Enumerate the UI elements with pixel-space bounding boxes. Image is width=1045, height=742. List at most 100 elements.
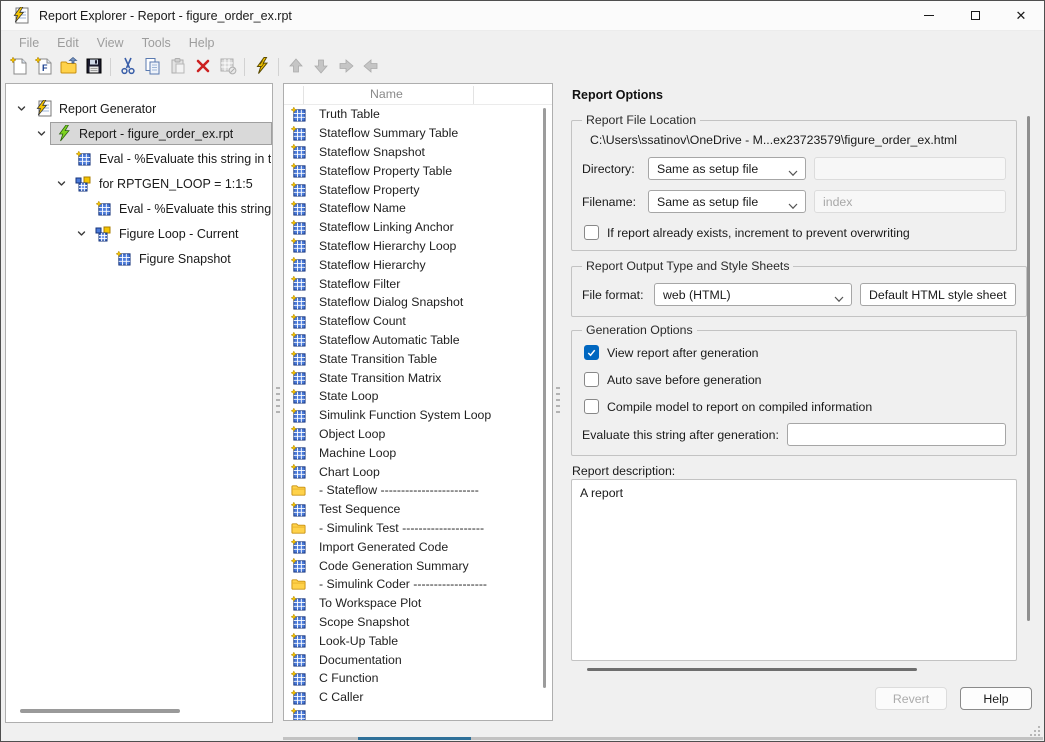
file-format-dropdown[interactable]: web (HTML) xyxy=(654,283,852,306)
list-item[interactable]: Scope Snapshot xyxy=(284,613,552,632)
tree-item-4[interactable]: Eval - %Evaluate this string in the xyxy=(6,196,272,221)
list-item[interactable]: Chart Loop xyxy=(284,462,552,481)
options-vertical-scrollbar[interactable] xyxy=(1027,116,1030,621)
list-item[interactable]: To Workspace Plot xyxy=(284,594,552,613)
copy-button[interactable] xyxy=(140,55,165,79)
list-item[interactable]: Truth Table xyxy=(284,105,552,124)
list-item-label: Stateflow Snapshot xyxy=(319,145,425,159)
save-icon xyxy=(84,56,104,79)
list-item[interactable] xyxy=(284,707,552,722)
bottom-scrollbar-thumb[interactable] xyxy=(358,737,471,740)
tree-item-5[interactable]: Figure Loop - Current xyxy=(6,221,272,246)
filename-dropdown[interactable]: Same as setup file xyxy=(648,190,806,213)
menu-help[interactable]: Help xyxy=(180,34,224,52)
list-item[interactable]: - Stateflow ------------------------ xyxy=(284,481,552,500)
component-icon xyxy=(291,276,306,291)
auto-save-checkbox[interactable] xyxy=(584,372,599,387)
new-report-button[interactable] xyxy=(6,55,31,79)
component-icon xyxy=(291,201,306,216)
description-horizontal-scrollbar[interactable] xyxy=(587,668,917,671)
list-item[interactable]: Stateflow Hierarchy Loop xyxy=(284,237,552,256)
list-item[interactable]: Stateflow Snapshot xyxy=(284,143,552,162)
open-button[interactable] xyxy=(56,55,81,79)
component-icon xyxy=(291,182,306,197)
list-item[interactable]: Stateflow Name xyxy=(284,199,552,218)
generate-report-button[interactable] xyxy=(249,55,274,79)
chevron-down-icon[interactable] xyxy=(32,128,50,139)
generate-report-icon xyxy=(252,56,272,79)
new-form-report-button[interactable]: F xyxy=(31,55,56,79)
list-item[interactable]: State Loop xyxy=(284,387,552,406)
list-item[interactable]: Stateflow Property xyxy=(284,180,552,199)
list-item[interactable]: Stateflow Property Table xyxy=(284,161,552,180)
list-item[interactable]: Machine Loop xyxy=(284,443,552,462)
tree-item-6[interactable]: Figure Snapshot xyxy=(6,246,272,271)
list-item[interactable]: Code Generation Summary xyxy=(284,556,552,575)
close-button[interactable]: ✕ xyxy=(998,1,1044,31)
list-item[interactable]: Stateflow Automatic Table xyxy=(284,331,552,350)
toolbar-separator xyxy=(278,58,279,76)
name-column-header[interactable]: Name xyxy=(370,87,403,101)
delete-button[interactable] xyxy=(190,55,215,79)
tree-item-0[interactable]: Report Generator xyxy=(6,96,272,121)
minimize-button[interactable] xyxy=(906,1,952,31)
chevron-down-icon[interactable] xyxy=(12,103,30,114)
chevron-down-icon[interactable] xyxy=(52,178,70,189)
maximize-button[interactable] xyxy=(952,1,998,31)
splitter-left-grip[interactable] xyxy=(276,387,280,413)
menu-tools[interactable]: Tools xyxy=(133,34,180,52)
list-item[interactable]: C Caller xyxy=(284,688,552,707)
auto-save-label: Auto save before generation xyxy=(607,373,762,387)
list-item[interactable]: Import Generated Code xyxy=(284,537,552,556)
menu-edit[interactable]: Edit xyxy=(48,34,88,52)
list-item[interactable]: Simulink Function System Loop xyxy=(284,406,552,425)
tree-item-1[interactable]: Report - figure_order_ex.rpt xyxy=(6,121,272,146)
splitter-right-grip[interactable] xyxy=(556,387,560,413)
save-button[interactable] xyxy=(81,55,106,79)
report-options-panel: Report Options Report File Location C:\U… xyxy=(561,83,1045,742)
component-icon xyxy=(73,151,93,166)
list-item-label: Object Loop xyxy=(319,427,385,441)
list-item[interactable]: Stateflow Dialog Snapshot xyxy=(284,293,552,312)
resize-grip[interactable] xyxy=(1030,726,1040,736)
increment-checkbox[interactable] xyxy=(584,225,599,240)
list-item[interactable]: Stateflow Filter xyxy=(284,274,552,293)
list-item[interactable]: Look-Up Table xyxy=(284,631,552,650)
menu-file[interactable]: File xyxy=(10,34,48,52)
evaluate-string-input[interactable] xyxy=(787,423,1006,446)
report-description-textarea[interactable]: A report xyxy=(571,479,1017,661)
list-item[interactable]: Stateflow Summary Table xyxy=(284,124,552,143)
arrow-down-icon xyxy=(312,57,330,78)
chevron-down-icon[interactable] xyxy=(72,228,90,239)
tree-item-label: Figure Loop - Current xyxy=(115,227,239,241)
outline-tree-panel: Report GeneratorReport - figure_order_ex… xyxy=(5,83,273,723)
list-item[interactable]: Stateflow Count xyxy=(284,312,552,331)
tree-horizontal-scrollbar[interactable] xyxy=(20,709,180,713)
tree-item-2[interactable]: Eval - %Evaluate this string in the bas xyxy=(6,146,272,171)
cut-button[interactable] xyxy=(115,55,140,79)
list-vertical-scrollbar[interactable] xyxy=(543,108,546,688)
view-report-checkbox[interactable] xyxy=(584,345,599,360)
help-button[interactable]: Help xyxy=(960,687,1032,710)
bottom-scrollbar[interactable] xyxy=(283,737,1043,740)
list-item[interactable]: - Simulink Test -------------------- xyxy=(284,519,552,538)
toolbar-separator xyxy=(110,58,111,76)
menu-view[interactable]: View xyxy=(88,34,133,52)
tree-item-3[interactable]: for RPTGEN_LOOP = 1:1:5 xyxy=(6,171,272,196)
compile-model-checkbox[interactable] xyxy=(584,399,599,414)
list-item[interactable]: Stateflow Linking Anchor xyxy=(284,218,552,237)
directory-dropdown[interactable]: Same as setup file xyxy=(648,157,806,180)
list-item[interactable]: Documentation xyxy=(284,650,552,669)
stylesheet-dropdown[interactable]: Default HTML style sheet xyxy=(860,283,1016,306)
component-icon xyxy=(291,652,306,667)
list-item[interactable]: Object Loop xyxy=(284,425,552,444)
view-report-label: View report after generation xyxy=(607,346,759,360)
revert-button[interactable]: Revert xyxy=(875,687,947,710)
list-item[interactable]: Test Sequence xyxy=(284,500,552,519)
list-item[interactable]: - Simulink Coder ------------------ xyxy=(284,575,552,594)
list-item-label: State Transition Matrix xyxy=(319,371,441,385)
list-item[interactable]: Stateflow Hierarchy xyxy=(284,255,552,274)
list-item[interactable]: State Transition Matrix xyxy=(284,368,552,387)
list-item[interactable]: C Function xyxy=(284,669,552,688)
list-item[interactable]: State Transition Table xyxy=(284,349,552,368)
